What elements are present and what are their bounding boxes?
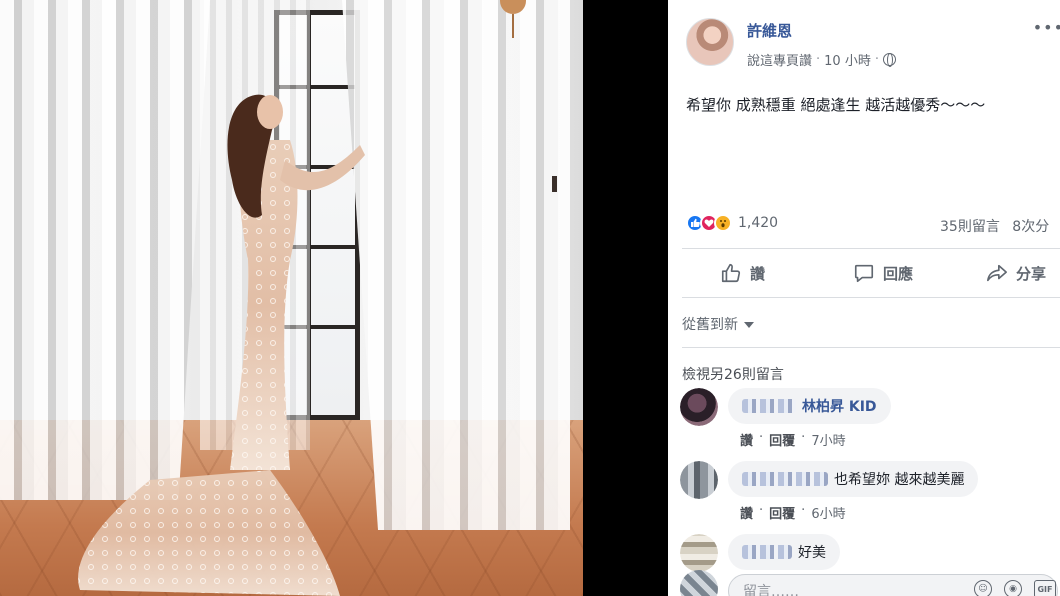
post-time[interactable]: 10 小時 [824,50,871,69]
comment-count[interactable]: 35則留言 [940,219,1000,235]
comment-time[interactable]: 6小時 [811,503,845,522]
share-icon [987,264,1007,282]
like-button[interactable]: 讚 [668,252,829,294]
post-text: 希望你 成熟穩重 絕處逢生 越活越優秀～～～ [686,96,986,114]
camera-icon[interactable]: ◉ [1004,580,1022,596]
post-meta: 說這專頁讚 · 10 小時 · [747,50,896,69]
post-actions: 讚 回應 分享 [668,252,1060,294]
viewer-avatar [680,570,718,596]
divider [682,248,1060,249]
comment-actions: 讚 · 回覆 · 7小時 [740,430,846,449]
comment-sort-dropdown[interactable]: 從舊到新 [682,314,754,334]
more-icon[interactable]: ••• [1033,18,1060,37]
wow-reaction-icon [714,214,732,232]
caret-down-icon [744,322,754,328]
globe-icon [882,53,896,67]
comment-bubble: 也希望妳 越來越美麗 [728,461,979,497]
comment-text: 也希望妳 越來越美麗 [834,472,965,488]
divider [682,347,1060,348]
view-more-comments-link[interactable]: 檢視另26則留言 [682,364,784,384]
reaction-summary[interactable]: 1,420 [686,214,778,232]
share-button[interactable]: 分享 [937,252,1060,294]
gif-icon[interactable]: GIF [1034,580,1056,596]
comment-bubble: 好美 [728,534,840,570]
comment-icon [854,264,874,283]
blurred-name [742,545,792,559]
liked-page-label[interactable]: 說這專頁讚 [747,50,812,69]
comment-share-stats: 35則留言 8次分 [940,216,1057,236]
commenter-name[interactable]: 林柏昇 KID [802,396,877,416]
blurred-name [742,472,828,486]
bride-figure [78,94,365,596]
comment-actions: 讚 · 回覆 · 6小時 [740,503,846,522]
like-icon [721,263,741,283]
comment-like-link[interactable]: 讚 [740,503,753,522]
emoji-icon[interactable]: ☺ [974,580,992,596]
post-photo[interactable] [0,0,583,596]
comment-like-link[interactable]: 讚 [740,430,753,449]
post-panel: 許維恩 說這專頁讚 · 10 小時 · ••• 希望你 成熟穩重 絕處逢生 越活… [668,0,1060,596]
comment-reply-link[interactable]: 回覆 [769,430,795,449]
black-gap [583,0,668,596]
comment-button[interactable]: 回應 [829,252,938,294]
blurred-name [742,399,796,413]
commenter-avatar[interactable] [680,534,718,572]
comment-text: 好美 [798,545,826,561]
author-avatar[interactable] [686,18,734,66]
author-name[interactable]: 許維恩 [747,20,792,41]
commenter-avatar[interactable] [680,461,718,499]
commenter-avatar[interactable] [680,388,718,426]
share-count[interactable]: 8次分 [1012,219,1049,235]
comment-reply-link[interactable]: 回覆 [769,503,795,522]
comment-time[interactable]: 7小時 [811,430,845,449]
reaction-count[interactable]: 1,420 [738,215,778,231]
comment-composer: 留言…… ☺ ◉ GIF [680,568,1060,596]
divider [682,297,1060,298]
sort-label: 從舊到新 [682,317,738,333]
comment-bubble: 林柏昇 KID [728,388,891,424]
composer-icons: ☺ ◉ GIF [974,580,1056,596]
